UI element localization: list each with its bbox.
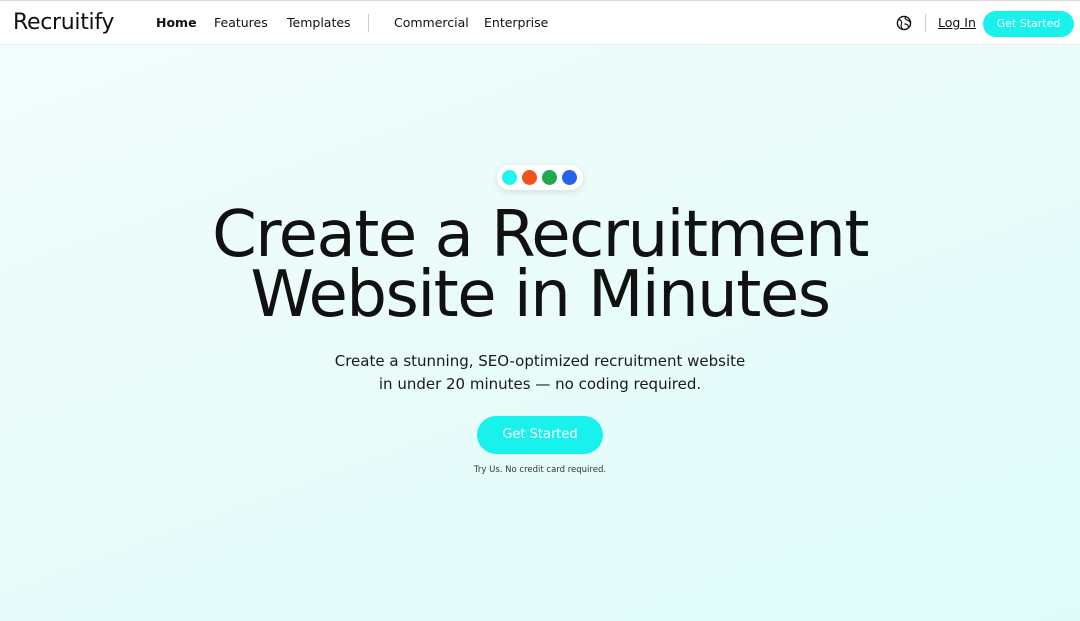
hero-subtext-line-1: Create a stunning, SEO-optimized recruit… bbox=[334, 352, 746, 370]
nav-link-features[interactable]: Features bbox=[214, 15, 268, 31]
hero-headline: Create a Recruitment Website in Minutes bbox=[0, 198, 1080, 332]
nav-link-commercial[interactable]: Commercial bbox=[394, 15, 469, 31]
no-credit-card-note: Try Us. No credit card required. bbox=[473, 465, 607, 475]
top-navbar: Recruitify Home Features Templates Comme… bbox=[0, 0, 1080, 45]
nav-link-enterprise[interactable]: Enterprise bbox=[484, 15, 548, 31]
globe-icon[interactable] bbox=[896, 15, 912, 31]
hero-subtext-line-2: in under 20 minutes — no coding required… bbox=[378, 375, 702, 393]
logo[interactable]: Recruitify bbox=[13, 10, 114, 36]
nav-link-templates[interactable]: Templates bbox=[287, 15, 351, 31]
color-dots-badge bbox=[497, 165, 583, 190]
dot-orange bbox=[522, 170, 537, 185]
login-link[interactable]: Log In bbox=[938, 15, 976, 31]
nav-link-home[interactable]: Home bbox=[156, 15, 197, 31]
dot-green bbox=[542, 170, 557, 185]
nav-divider bbox=[368, 14, 369, 32]
dot-cyan bbox=[502, 170, 517, 185]
hero-headline-line-2: Website in Minutes bbox=[250, 258, 831, 332]
hero-headline-line-1: Create a Recruitment bbox=[212, 198, 869, 272]
nav-right-divider bbox=[925, 14, 926, 32]
hero-get-started-button[interactable]: Get Started bbox=[477, 416, 603, 454]
dot-blue bbox=[562, 170, 577, 185]
nav-get-started-button[interactable]: Get Started bbox=[983, 11, 1074, 37]
hero-subtext: Create a stunning, SEO-optimized recruit… bbox=[0, 350, 1080, 396]
